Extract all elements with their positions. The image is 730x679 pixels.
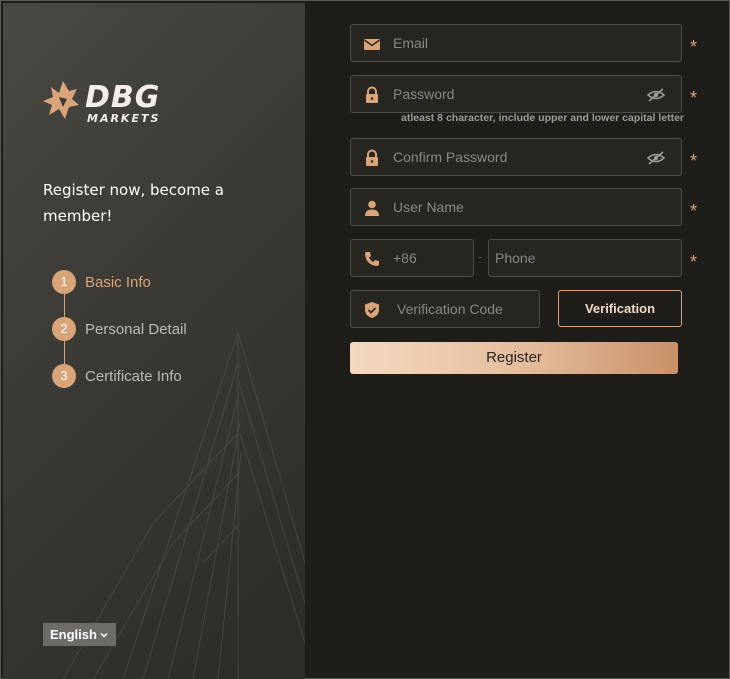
step-certificate-info[interactable]: 3 Certificate Info <box>51 363 271 389</box>
step-label: Certificate Info <box>85 368 182 385</box>
language-label: English <box>50 627 97 642</box>
eye-off-icon[interactable] <box>647 150 665 166</box>
language-selector[interactable]: English <box>43 623 116 646</box>
required-asterisk: * <box>690 252 698 272</box>
username-placeholder: User Name <box>393 199 464 215</box>
country-code-select[interactable]: +86 <box>350 239 474 277</box>
required-asterisk: * <box>690 37 698 57</box>
brand-subtitle: MARKETS <box>87 112 161 125</box>
verification-code-placeholder: Verification Code <box>397 301 503 317</box>
step-personal-detail[interactable]: 2 Personal Detail <box>51 316 271 342</box>
confirm-password-field[interactable]: Confirm Password <box>350 138 682 176</box>
step-number: 1 <box>52 270 76 294</box>
phone-separator: - <box>478 249 483 264</box>
country-code-value: +86 <box>393 250 417 266</box>
phone-field[interactable]: Phone <box>488 239 682 277</box>
required-asterisk: * <box>690 151 698 171</box>
shield-check-icon <box>365 302 379 318</box>
envelope-icon <box>364 39 380 50</box>
phone-placeholder: Phone <box>495 250 536 266</box>
register-button[interactable]: Register <box>350 342 678 374</box>
password-hint: atleast 8 character, include upper and l… <box>401 112 685 124</box>
verification-code-field[interactable]: Verification Code <box>350 290 540 328</box>
username-field[interactable]: User Name <box>350 188 682 226</box>
step-label: Basic Info <box>85 274 151 291</box>
required-asterisk: * <box>690 88 698 108</box>
required-asterisk: * <box>690 201 698 221</box>
dragon-logo-icon <box>43 81 79 119</box>
send-verification-button[interactable]: Verification <box>558 290 682 327</box>
registration-window: DBG MARKETS Register now, become a membe… <box>0 0 730 679</box>
eye-off-icon[interactable] <box>647 87 665 103</box>
lock-icon <box>366 86 378 103</box>
lock-icon <box>366 149 378 166</box>
email-field[interactable]: Email <box>350 24 682 62</box>
confirm-password-placeholder: Confirm Password <box>393 149 508 165</box>
step-label: Personal Detail <box>85 321 187 338</box>
step-number: 3 <box>52 364 76 388</box>
email-placeholder: Email <box>393 35 429 51</box>
promo-panel: DBG MARKETS Register now, become a membe… <box>3 3 305 679</box>
password-placeholder: Password <box>393 86 455 102</box>
brand-name: DBG <box>85 80 161 115</box>
dbg-logo: DBG MARKETS <box>41 79 181 129</box>
password-field[interactable]: Password <box>350 75 682 113</box>
step-number: 2 <box>52 317 76 341</box>
tagline: Register now, become a member! <box>43 181 224 225</box>
step-basic-info[interactable]: 1 Basic Info <box>51 269 271 295</box>
phone-icon <box>365 252 379 266</box>
registration-steps: 1 Basic Info 2 Personal Detail 3 Certifi… <box>51 269 271 399</box>
user-icon <box>365 200 379 216</box>
chevron-down-icon <box>100 632 108 638</box>
